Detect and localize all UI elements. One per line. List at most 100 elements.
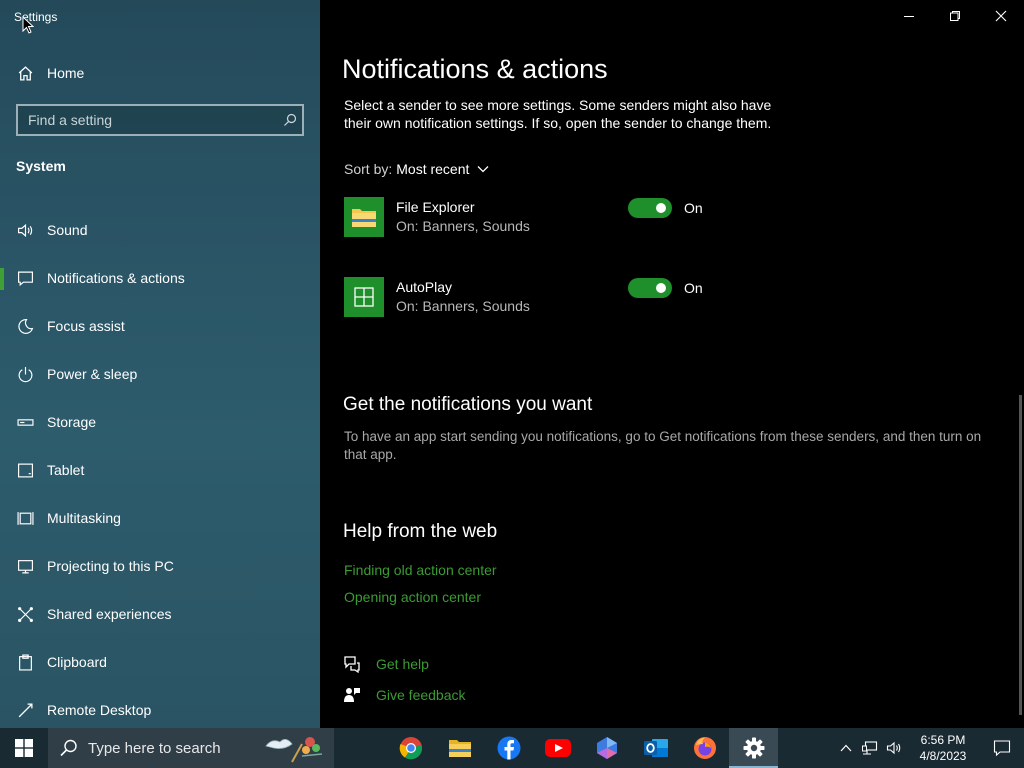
pinned-apps: [386, 728, 778, 768]
firefox-taskbar-button[interactable]: [680, 728, 729, 768]
autoplay-toggle-group: On: [628, 278, 703, 298]
window-controls: [886, 0, 1024, 32]
sidebar-item-label: Multitasking: [47, 510, 121, 526]
tablet-icon: [16, 461, 34, 479]
sender-name: File Explorer: [396, 199, 475, 215]
find-setting-input[interactable]: [18, 112, 278, 128]
sidebar-item-power-sleep[interactable]: Power & sleep: [0, 350, 320, 398]
settings-gear-icon: [743, 737, 764, 759]
sidebar-item-shared-experiences[interactable]: Shared experiences: [0, 590, 320, 638]
outlook-icon: [643, 739, 668, 757]
get-help-row[interactable]: Get help: [342, 654, 429, 674]
sidebar-item-storage[interactable]: Storage: [0, 398, 320, 446]
close-button[interactable]: [978, 0, 1024, 32]
moon-icon: [16, 317, 34, 335]
sidebar-item-remote-desktop[interactable]: Remote Desktop: [0, 686, 320, 734]
main-content: Notifications & actions Select a sender …: [320, 0, 1024, 728]
finding-old-action-center-link[interactable]: Finding old action center: [344, 562, 497, 578]
minimize-icon: [904, 16, 914, 17]
sidebar-item-sound[interactable]: Sound: [0, 206, 320, 254]
speaker-icon: [16, 221, 34, 239]
multitasking-icon: [16, 509, 34, 527]
clipboard-icon: [16, 653, 34, 671]
sidebar-item-tablet[interactable]: Tablet: [0, 446, 320, 494]
sidebar-item-label: Power & sleep: [47, 366, 138, 382]
search-icon: [60, 739, 78, 757]
clock-date: 4/8/2023: [919, 749, 967, 763]
restore-button[interactable]: [932, 0, 978, 32]
outlook-taskbar-button[interactable]: [631, 728, 680, 768]
storage-icon: [16, 413, 34, 431]
search-icon[interactable]: [278, 113, 302, 127]
file-explorer-toggle-group: On: [628, 198, 703, 218]
minimize-button[interactable]: [886, 0, 932, 32]
home-nav-item[interactable]: Home: [0, 58, 320, 88]
home-icon: [16, 64, 34, 82]
feedback-icon: [342, 685, 362, 705]
copilot-taskbar-button[interactable]: [582, 728, 631, 768]
sender-status: On: Banners, Sounds: [396, 218, 530, 234]
chrome-taskbar-button[interactable]: [386, 728, 435, 768]
give-feedback-link[interactable]: Give feedback: [376, 687, 466, 703]
settings-sidebar: Settings Home System Sound Notifications…: [0, 0, 320, 728]
find-setting-search[interactable]: [16, 104, 304, 136]
show-hidden-icons-button[interactable]: [834, 728, 858, 768]
autoplay-toggle[interactable]: [628, 278, 672, 298]
file-explorer-toggle[interactable]: [628, 198, 672, 218]
toggle-state-label: On: [684, 280, 703, 296]
system-nav-list: Sound Notifications & actions Focus assi…: [0, 206, 320, 734]
taskbar-search-input[interactable]: [88, 739, 258, 757]
remote-desktop-icon: [16, 701, 34, 719]
page-description: Select a sender to see more settings. So…: [344, 97, 772, 131]
sidebar-item-projecting[interactable]: Projecting to this PC: [0, 542, 320, 590]
sender-status: On: Banners, Sounds: [396, 298, 530, 314]
chrome-icon: [399, 737, 422, 760]
projecting-icon: [16, 557, 34, 575]
network-button[interactable]: [858, 728, 882, 768]
start-button[interactable]: [0, 728, 48, 768]
sidebar-item-notifications[interactable]: Notifications & actions: [0, 254, 320, 302]
youtube-taskbar-button[interactable]: [533, 728, 582, 768]
taskbar: 6:56 PM 4/8/2023: [0, 728, 1024, 768]
taskbar-clock[interactable]: 6:56 PM 4/8/2023: [906, 732, 980, 764]
get-notifications-text: To have an app start sending you notific…: [344, 429, 982, 462]
chevron-down-icon: [477, 165, 489, 173]
taskbar-search-box[interactable]: [48, 728, 334, 768]
sidebar-item-label: Clipboard: [47, 654, 107, 670]
shared-experiences-icon: [16, 605, 34, 623]
home-label: Home: [47, 65, 85, 81]
sort-value: Most recent: [396, 161, 470, 177]
facebook-taskbar-button[interactable]: [484, 728, 533, 768]
firefox-icon: [693, 737, 716, 759]
get-help-link[interactable]: Get help: [376, 656, 429, 672]
page-title: Notifications & actions: [342, 54, 608, 84]
file-explorer-taskbar-button[interactable]: [435, 728, 484, 768]
chevron-up-icon: [840, 744, 852, 752]
toggle-state-label: On: [684, 200, 703, 216]
sidebar-item-focus-assist[interactable]: Focus assist: [0, 302, 320, 350]
volume-button[interactable]: [882, 728, 906, 768]
sidebar-item-label: Shared experiences: [47, 606, 172, 622]
sidebar-item-label: Sound: [47, 222, 88, 238]
sidebar-item-clipboard[interactable]: Clipboard: [0, 638, 320, 686]
sender-name: AutoPlay: [396, 279, 453, 295]
action-center-button[interactable]: [980, 728, 1024, 768]
autoplay-icon: [344, 277, 384, 317]
sidebar-item-multitasking[interactable]: Multitasking: [0, 494, 320, 542]
search-highlight-illustration-icon: [265, 737, 323, 763]
settings-taskbar-button[interactable]: [729, 728, 778, 768]
close-icon: [995, 10, 1007, 22]
give-feedback-row[interactable]: Give feedback: [342, 685, 466, 705]
clock-time: 6:56 PM: [920, 733, 966, 747]
sidebar-item-label: Tablet: [47, 462, 85, 478]
file-explorer-icon: [448, 740, 471, 757]
sidebar-item-label: Storage: [47, 414, 97, 430]
mouse-cursor-icon: [22, 16, 34, 34]
opening-action-center-link[interactable]: Opening action center: [344, 589, 481, 605]
action-center-icon: [993, 740, 1011, 757]
sort-dropdown[interactable]: Sort by: Most recent: [344, 161, 489, 177]
section-heading: System: [16, 158, 66, 174]
help-heading: Help from the web: [343, 521, 498, 542]
volume-icon: [886, 741, 901, 755]
scrollbar[interactable]: [1019, 395, 1022, 715]
